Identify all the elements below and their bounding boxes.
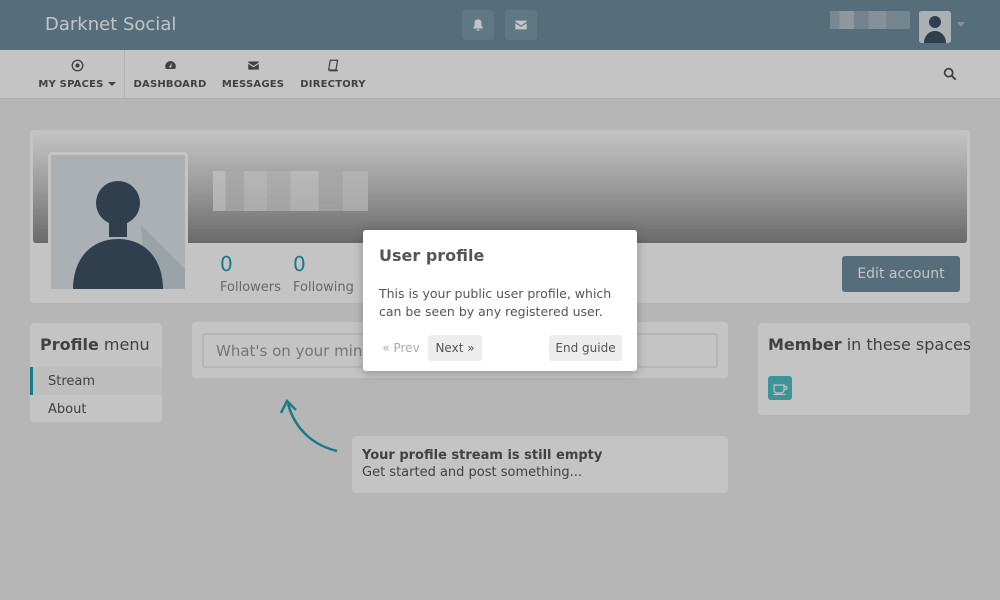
tour-title: User profile <box>379 246 485 265</box>
tour-prev-button[interactable]: « Prev <box>379 335 423 361</box>
tour-body: This is your public user profile, which … <box>379 286 612 319</box>
tour-popover: User profile This is your public user pr… <box>363 230 637 371</box>
tour-next-button[interactable]: Next » <box>428 335 482 361</box>
tour-end-button[interactable]: End guide <box>549 335 622 361</box>
